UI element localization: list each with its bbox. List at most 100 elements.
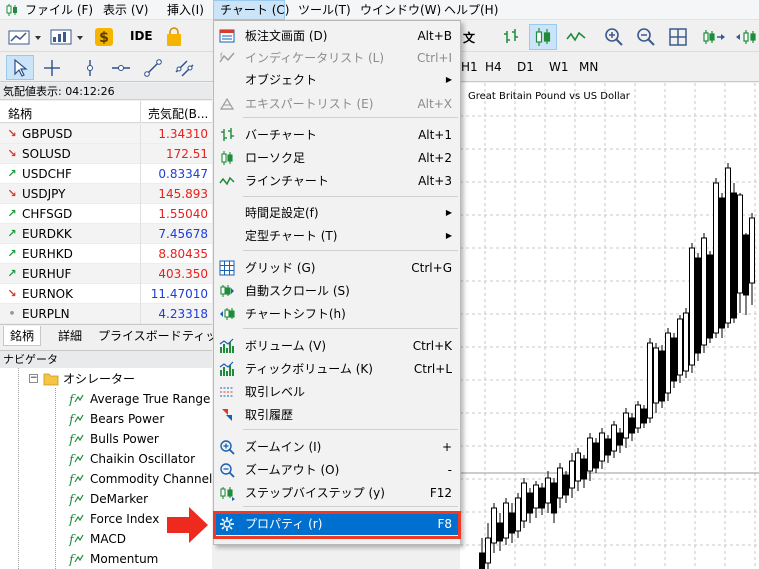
menu-item[interactable]: 板注文画面 (D) Alt+B <box>215 25 460 47</box>
menu-item[interactable]: オブジェクト ▶ <box>215 69 460 91</box>
column-symbol[interactable]: 銘柄 <box>8 105 32 122</box>
fibonacci-icon[interactable] <box>204 55 212 80</box>
candle-body <box>743 234 749 296</box>
menu-chart[interactable]: チャート (C) <box>213 0 289 20</box>
menu-file[interactable]: ファイル (F) <box>3 0 93 20</box>
menu-item-label: チャートシフト(h) <box>245 307 346 321</box>
bar-chart-icon[interactable] <box>497 25 525 49</box>
timeframe-h4[interactable]: H4 <box>485 60 502 74</box>
market-watch-row[interactable]: • EURPLN 4.23318 <box>0 304 212 324</box>
collapse-icon[interactable]: − <box>29 374 38 383</box>
menu-shortcut: Alt+B <box>417 29 452 43</box>
menu-window[interactable]: ウインドウ(W) <box>354 0 447 20</box>
candle-body <box>491 507 497 544</box>
tile-windows-icon[interactable] <box>665 25 691 49</box>
crosshair-icon[interactable] <box>38 55 66 80</box>
dollar-icon[interactable]: $ <box>92 25 116 49</box>
svg-text:f: f <box>68 393 76 406</box>
down-arrow-icon: ↘ <box>7 127 17 140</box>
menu-item[interactable]: チャートシフト(h) <box>215 303 460 325</box>
up-arrow-icon: ↗ <box>7 267 17 280</box>
timeframe-w1[interactable]: W1 <box>549 60 569 74</box>
candle-body <box>587 437 593 472</box>
menu-tools[interactable]: ツール(T) <box>292 0 357 20</box>
line-chart-icon[interactable] <box>562 25 590 49</box>
column-bid[interactable]: 売気配(B... <box>148 105 208 122</box>
market-watch-row[interactable]: ↘ EURNOK 11.47010 <box>0 284 212 304</box>
timeframe-d1[interactable]: D1 <box>517 60 534 74</box>
candle-body <box>521 482 527 522</box>
market-bag-icon[interactable] <box>162 25 186 49</box>
candle-body <box>497 522 503 542</box>
candlestick-icon[interactable] <box>529 24 557 50</box>
candle-body <box>557 467 563 499</box>
menu-item[interactable]: ステップバイステップ (y) F12 <box>215 482 460 504</box>
market-watch-row[interactable]: ↗ EURHUF 403.350 <box>0 264 212 284</box>
indicator-label: Bulls Power <box>90 432 159 446</box>
cursor-icon[interactable] <box>6 55 34 80</box>
tab-symbols[interactable]: 銘柄 <box>3 326 42 346</box>
market-watch-row[interactable]: ↗ CHFSGD 1.55040 <box>0 204 212 224</box>
new-order-button[interactable]: 文 <box>463 29 475 46</box>
submenu-arrow-icon: ▶ <box>445 75 452 84</box>
menu-help[interactable]: ヘルプ(H) <box>438 0 504 20</box>
trade-levels-icon <box>219 384 235 400</box>
zoom-out-icon[interactable] <box>633 25 659 49</box>
candle-body <box>509 512 515 534</box>
market-watch-row[interactable]: ↗ USDCHF 0.83347 <box>0 164 212 184</box>
menu-item[interactable]: ボリューム (V) Ctrl+K <box>215 335 460 357</box>
menu-item[interactable]: 定型チャート (T) ▶ <box>215 225 460 247</box>
ide-button[interactable]: IDE <box>130 29 153 43</box>
candle-body <box>749 217 755 284</box>
menu-item[interactable]: 取引レベル <box>215 381 460 403</box>
equidistant-channel-icon[interactable] <box>172 55 198 80</box>
timeframe-h1[interactable]: H1 <box>461 60 478 74</box>
menu-item[interactable]: エキスパートリスト (E) Alt+X <box>215 93 460 115</box>
menu-item[interactable]: ローソク足 Alt+2 <box>215 147 460 169</box>
chart-window[interactable]: Great Britain Pound vs US Dollar <box>460 83 759 569</box>
menu-item[interactable]: ラインチャート Alt+3 <box>215 170 460 192</box>
chart-shift-icon[interactable] <box>700 25 728 49</box>
menu-item[interactable]: 時間足設定(f) ▶ <box>215 202 460 224</box>
menu-item[interactable]: f インディケータリスト (L) Ctrl+I <box>215 47 460 69</box>
horizontal-line-icon[interactable] <box>108 55 134 80</box>
zoom-out-icon <box>219 462 235 478</box>
svg-text:f: f <box>68 453 76 466</box>
market-watch-row[interactable]: ↗ EURDKK 7.45678 <box>0 224 212 244</box>
vertical-line-icon[interactable] <box>78 55 102 80</box>
menu-bar: ファイル (F) 表示 (V) 挿入(I) チャート (C) ツール(T) ウイ… <box>0 0 759 20</box>
market-watch-row[interactable]: ↘ SOLUSD 172.51 <box>0 144 212 164</box>
market-watch-row[interactable]: ↘ GBPUSD 1.34310 <box>0 124 212 144</box>
trend-line-icon[interactable] <box>140 55 166 80</box>
menu-item[interactable]: グリッド (G) Ctrl+G <box>215 257 460 279</box>
bid-price: 403.350 <box>158 267 208 281</box>
indicator-label: Commodity Channel Index <box>90 472 212 486</box>
menu-item[interactable]: バーチャート Alt+1 <box>215 124 460 146</box>
menu-shortcut: Ctrl+K <box>412 339 452 353</box>
market-watch-row[interactable]: ↘ USDJPY 145.893 <box>0 184 212 204</box>
candle-body <box>647 342 653 419</box>
down-arrow-icon: ↘ <box>7 147 17 160</box>
menu-item[interactable]: ズームアウト (O) - <box>215 459 460 481</box>
new-chart-button[interactable] <box>6 25 44 49</box>
candle-body <box>635 404 641 429</box>
indicator-label: Chaikin Oscillator <box>90 452 196 466</box>
tab-details[interactable]: 詳細 <box>52 326 88 346</box>
tab-price-board[interactable]: プライスボード <box>92 326 188 346</box>
auto-scroll-icon[interactable] <box>733 25 759 49</box>
line-chart-icon <box>219 173 235 189</box>
menu-view[interactable]: 表示 (V) <box>97 0 154 20</box>
menu-item[interactable]: ティックボリューム (K) Ctrl+L <box>215 358 460 380</box>
menu-insert[interactable]: 挿入(I) <box>161 0 210 20</box>
menu-separator <box>243 328 458 329</box>
timeframe-mn[interactable]: MN <box>579 60 598 74</box>
profiles-button[interactable] <box>48 25 86 49</box>
menu-item[interactable]: 取引履歴 <box>215 404 460 426</box>
market-watch-row[interactable]: ↗ EURHKD 8.80435 <box>0 244 212 264</box>
menu-separator <box>243 117 458 118</box>
candle-body <box>671 337 677 382</box>
zoom-in-icon[interactable] <box>601 25 627 49</box>
menu-item[interactable]: ズームイン (I) + <box>215 436 460 458</box>
bid-price: 145.893 <box>158 187 208 201</box>
menu-item[interactable]: 自動スクロール (S) <box>215 280 460 302</box>
